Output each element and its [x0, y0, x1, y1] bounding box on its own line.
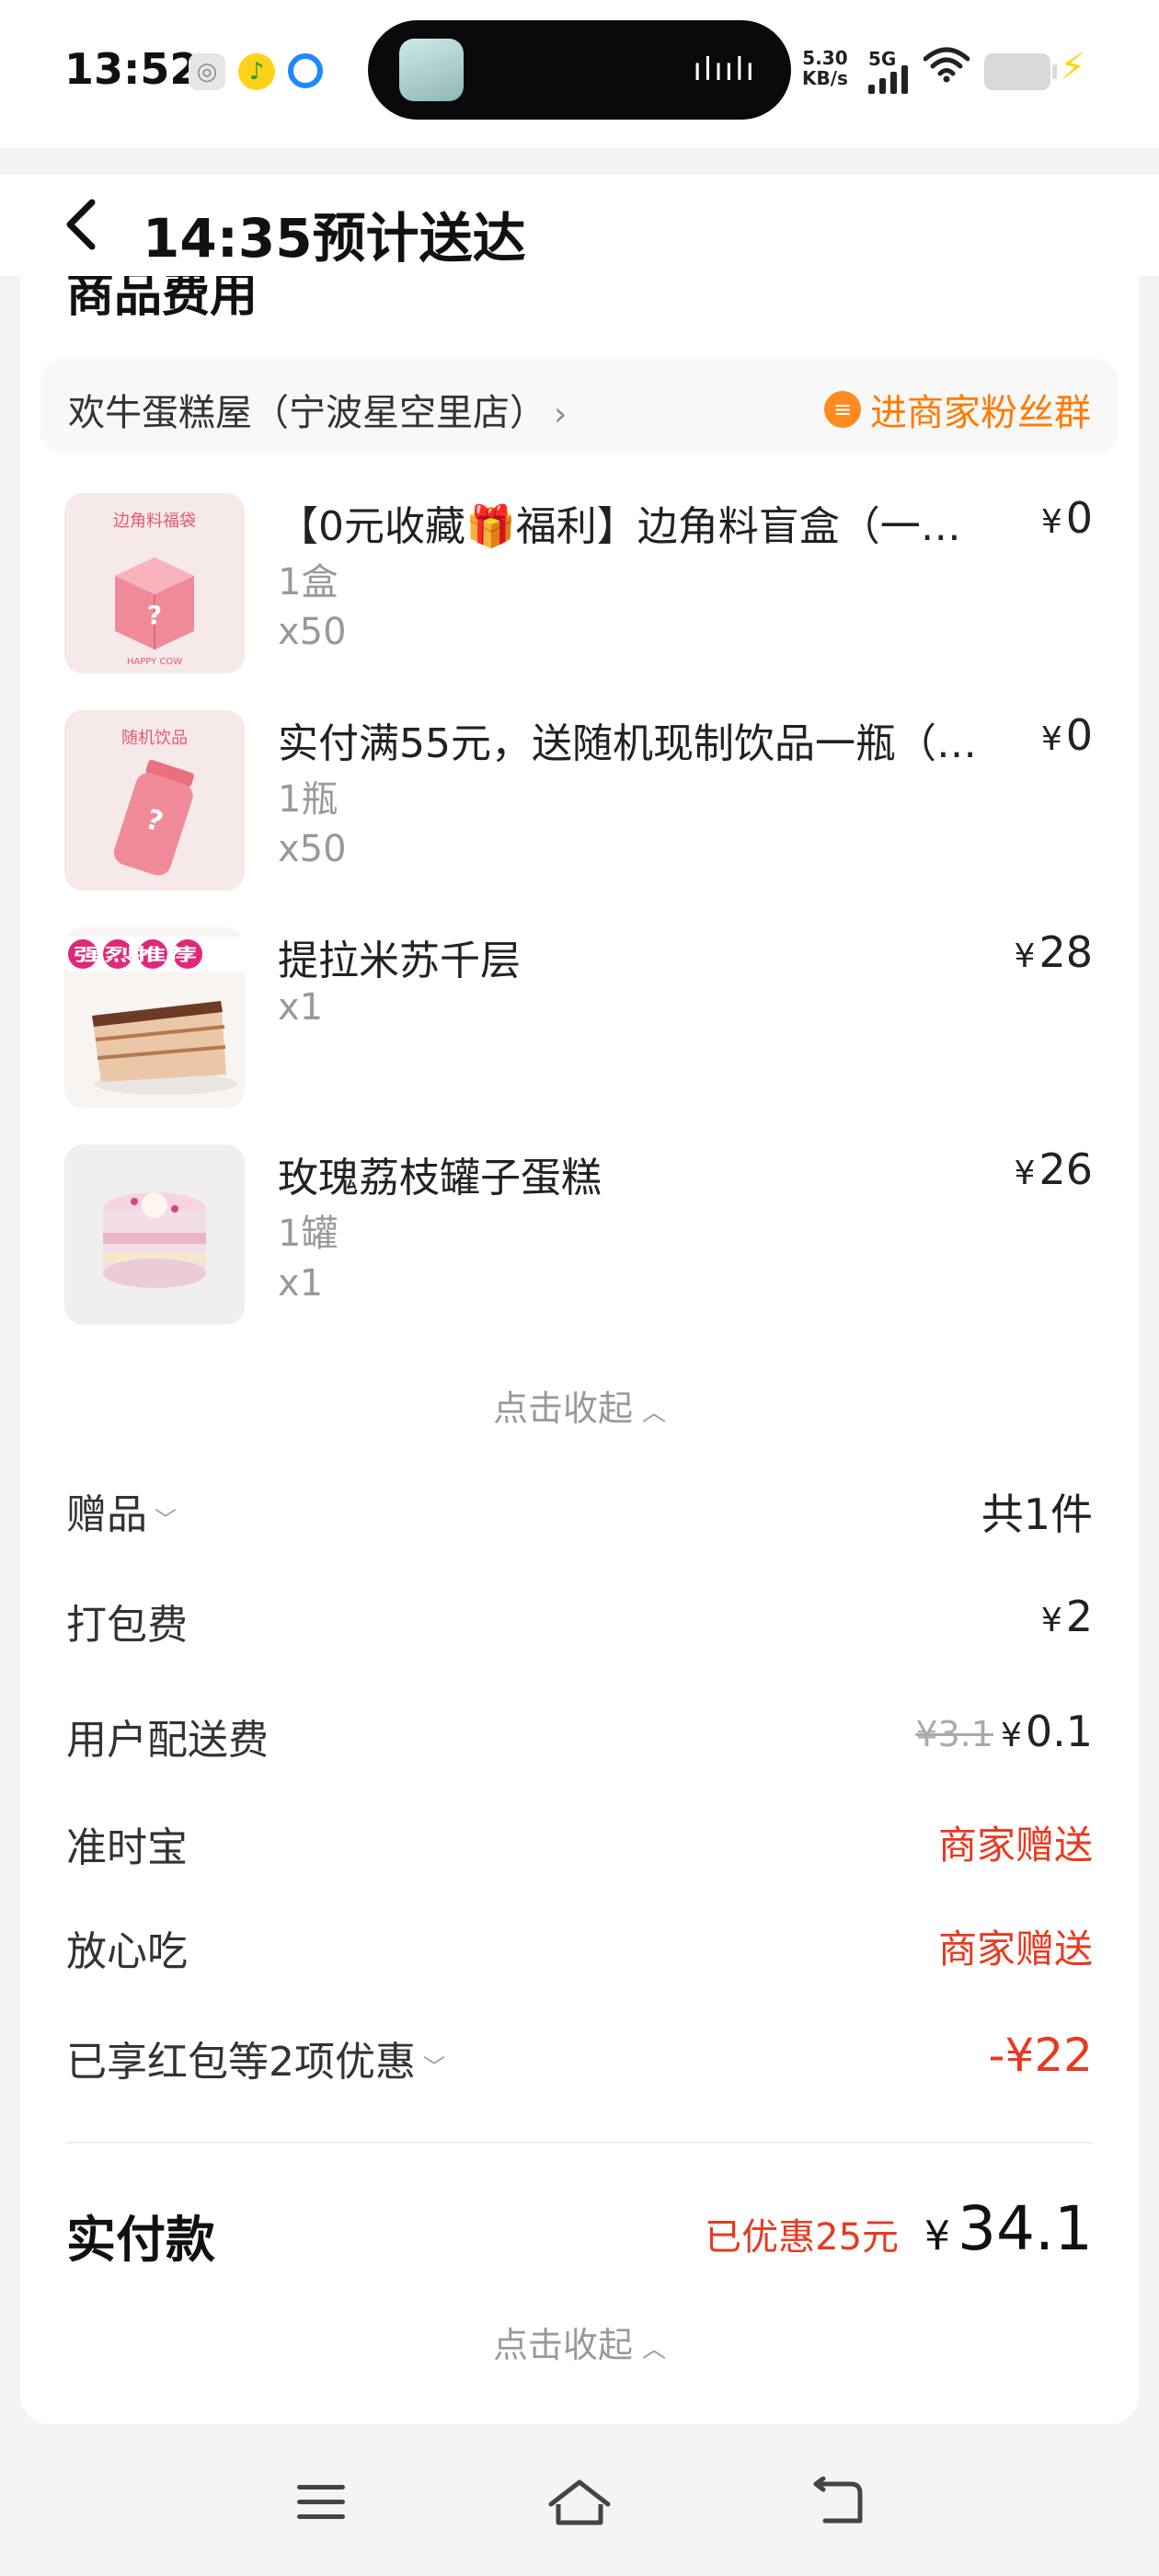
gift-box-icon: 边角料福袋 ? HAPPY COW [64, 493, 245, 673]
signal-bars-icon [868, 63, 912, 94]
safe-value: 商家赠送 [937, 1926, 1093, 1972]
chat-icon: ≡ [824, 391, 861, 428]
delivery-original-price: ¥3.1 [915, 1714, 993, 1754]
list-item[interactable]: 随机饮品 ? 实付满55元，送随机现制饮品一瓶（口味随机） 1瓶 x50 ¥0 [20, 710, 1139, 927]
network-speed: 5.30 KB/s [802, 48, 848, 88]
item-qty: x1 [278, 1262, 324, 1305]
gift-label: 赠品 ﹀ [66, 1491, 177, 1538]
shop-name: 欢牛蛋糕屋（宁波星空里店） [68, 392, 546, 434]
back-nav-button[interactable] [806, 2475, 870, 2530]
ontime-label: 准时宝 [66, 1824, 188, 1871]
network-speed-value: 5.30 [802, 47, 848, 69]
music-app-icon: ♪ [238, 53, 275, 90]
collapse-label: 点击收起 [492, 2325, 633, 2365]
item-name: 提拉米苏千层 [278, 937, 521, 984]
item-price: ¥0 [1040, 710, 1093, 760]
network-speed-unit: KB/s [802, 67, 848, 89]
chevron-up-icon: ︿ [642, 1399, 667, 1427]
wifi-icon [923, 46, 970, 93]
dynamic-island[interactable]: ılıılı [368, 20, 791, 120]
status-bar: 13:52 ◎ ♪ ılıılı 5.30 KB/s 5G ⚡ [0, 0, 1159, 147]
section-title: 商品费用 [66, 276, 258, 323]
system-nav-bar [0, 2429, 1159, 2576]
svg-text:?: ? [147, 600, 162, 630]
collapse-items-button[interactable]: 点击收起 ︿ [20, 1380, 1139, 1431]
discount-label: 已享红包等2项优惠 ﹀ [66, 2039, 445, 2086]
svg-text:HAPPY COW: HAPPY COW [127, 657, 182, 667]
item-name: 实付满55元，送随机现制饮品一瓶（口味随机） [278, 720, 995, 767]
chevron-up-icon: ︿ [642, 2336, 667, 2363]
item-qty: x50 [278, 828, 347, 870]
fan-group-label: 进商家粉丝群 [870, 392, 1091, 434]
item-qty: x50 [278, 611, 347, 653]
status-time: 13:52 [64, 44, 200, 94]
item-spec: 1盒 [278, 561, 339, 604]
delivery-label: 用户配送费 [66, 1717, 269, 1764]
total-summary: 已优惠25元 ¥34.1 [705, 2193, 1093, 2264]
list-item[interactable]: 边角料福袋 ? HAPPY COW 【0元收藏🎁福利】边角料盲盒（一盒随机边角料… [20, 493, 1139, 710]
saved-amount: 已优惠25元 [705, 2216, 900, 2259]
delivery-row: 用户配送费 ¥3.1 ¥0.1 [66, 1707, 1093, 1764]
packing-value: ¥2 [1040, 1592, 1093, 1641]
page-title: 14:35预计送达 [143, 207, 526, 270]
item-price: ¥0 [1040, 493, 1093, 543]
menu-button[interactable] [289, 2475, 353, 2530]
browser-app-icon [288, 53, 323, 88]
list-item[interactable]: 玫瑰荔枝罐子蛋糕 1罐 x1 ¥26 [20, 1144, 1139, 1362]
svg-text:强烈推荐: 强烈推荐 [74, 945, 197, 965]
total-label: 实付款 [66, 2211, 215, 2269]
fan-group-button[interactable]: ≡ 进商家粉丝群 [824, 383, 1091, 436]
list-item[interactable]: 强烈推荐 提拉米苏千层 x1 ¥28 [20, 927, 1139, 1144]
gift-row[interactable]: 赠品 ﹀ 共1件 [66, 1481, 1093, 1539]
divider [66, 2142, 1093, 2144]
charging-icon: ⚡ [1060, 46, 1086, 88]
item-name: 玫瑰荔枝罐子蛋糕 [278, 1155, 602, 1202]
svg-text:边角料福袋: 边角料福袋 [113, 512, 196, 531]
total-amount: ¥34.1 [924, 2193, 1093, 2264]
menu-icon [297, 2485, 345, 2519]
packing-row: 打包费 ¥2 [66, 1592, 1093, 1649]
media-thumbnail [399, 39, 464, 101]
ontime-value: 商家赠送 [937, 1823, 1093, 1868]
svg-text:随机饮品: 随机饮品 [121, 729, 188, 748]
item-list: 边角料福袋 ? HAPPY COW 【0元收藏🎁福利】边角料盲盒（一盒随机边角料… [20, 493, 1139, 1362]
packing-label: 打包费 [66, 1602, 188, 1649]
discount-value: -¥22 [988, 2029, 1093, 2082]
collapse-label: 点击收起 [492, 1388, 633, 1429]
camera-app-icon: ◎ [189, 53, 225, 90]
return-icon [813, 2477, 863, 2524]
item-name: 【0元收藏🎁福利】边角料盲盒（一盒随机边角料） [278, 503, 995, 550]
fee-card: 商品费用 欢牛蛋糕屋（宁波星空里店） › ≡ 进商家粉丝群 边角料福袋 ? HAP… [20, 276, 1139, 2424]
chevron-left-icon [66, 199, 96, 250]
gift-value: 共1件 [981, 1489, 1093, 1539]
chevron-right-icon: › [554, 396, 568, 433]
item-spec: 1瓶 [278, 778, 339, 821]
drink-bottle-icon: 随机饮品 ? [64, 710, 245, 891]
chevron-down-icon: ﹀ [155, 1506, 177, 1533]
discount-row[interactable]: 已享红包等2项优惠 ﹀ -¥22 [66, 2029, 1093, 2086]
back-button[interactable] [63, 197, 99, 261]
notification-icons: ◎ ♪ [189, 53, 323, 90]
item-price: ¥26 [1014, 1144, 1093, 1194]
jar-cake-icon [64, 1144, 245, 1325]
home-button[interactable] [547, 2475, 612, 2530]
home-icon [548, 2479, 611, 2525]
item-qty: x1 [278, 986, 324, 1029]
item-price: ¥28 [1014, 927, 1093, 977]
item-spec: 1罐 [278, 1213, 339, 1255]
shop-bar: 欢牛蛋糕屋（宁波星空里店） › ≡ 进商家粉丝群 [40, 359, 1119, 454]
chevron-down-icon: ﹀ [423, 2053, 445, 2080]
safe-label: 放心吃 [66, 1928, 188, 1975]
tiramisu-cake-icon: 强烈推荐 [64, 927, 245, 1108]
battery-icon [984, 53, 1057, 90]
ontime-row: 准时宝 商家赠送 [66, 1814, 1093, 1871]
audio-wave-icon: ılıılı [693, 52, 756, 88]
shop-link[interactable]: 欢牛蛋糕屋（宁波星空里店） › [68, 383, 567, 436]
delivery-value: ¥3.1 ¥0.1 [915, 1707, 1093, 1756]
collapse-fees-button[interactable]: 点击收起 ︿ [20, 2317, 1139, 2367]
safe-row: 放心吃 商家赠送 [66, 1918, 1093, 1975]
page-header: 14:35预计送达 [0, 175, 1159, 276]
